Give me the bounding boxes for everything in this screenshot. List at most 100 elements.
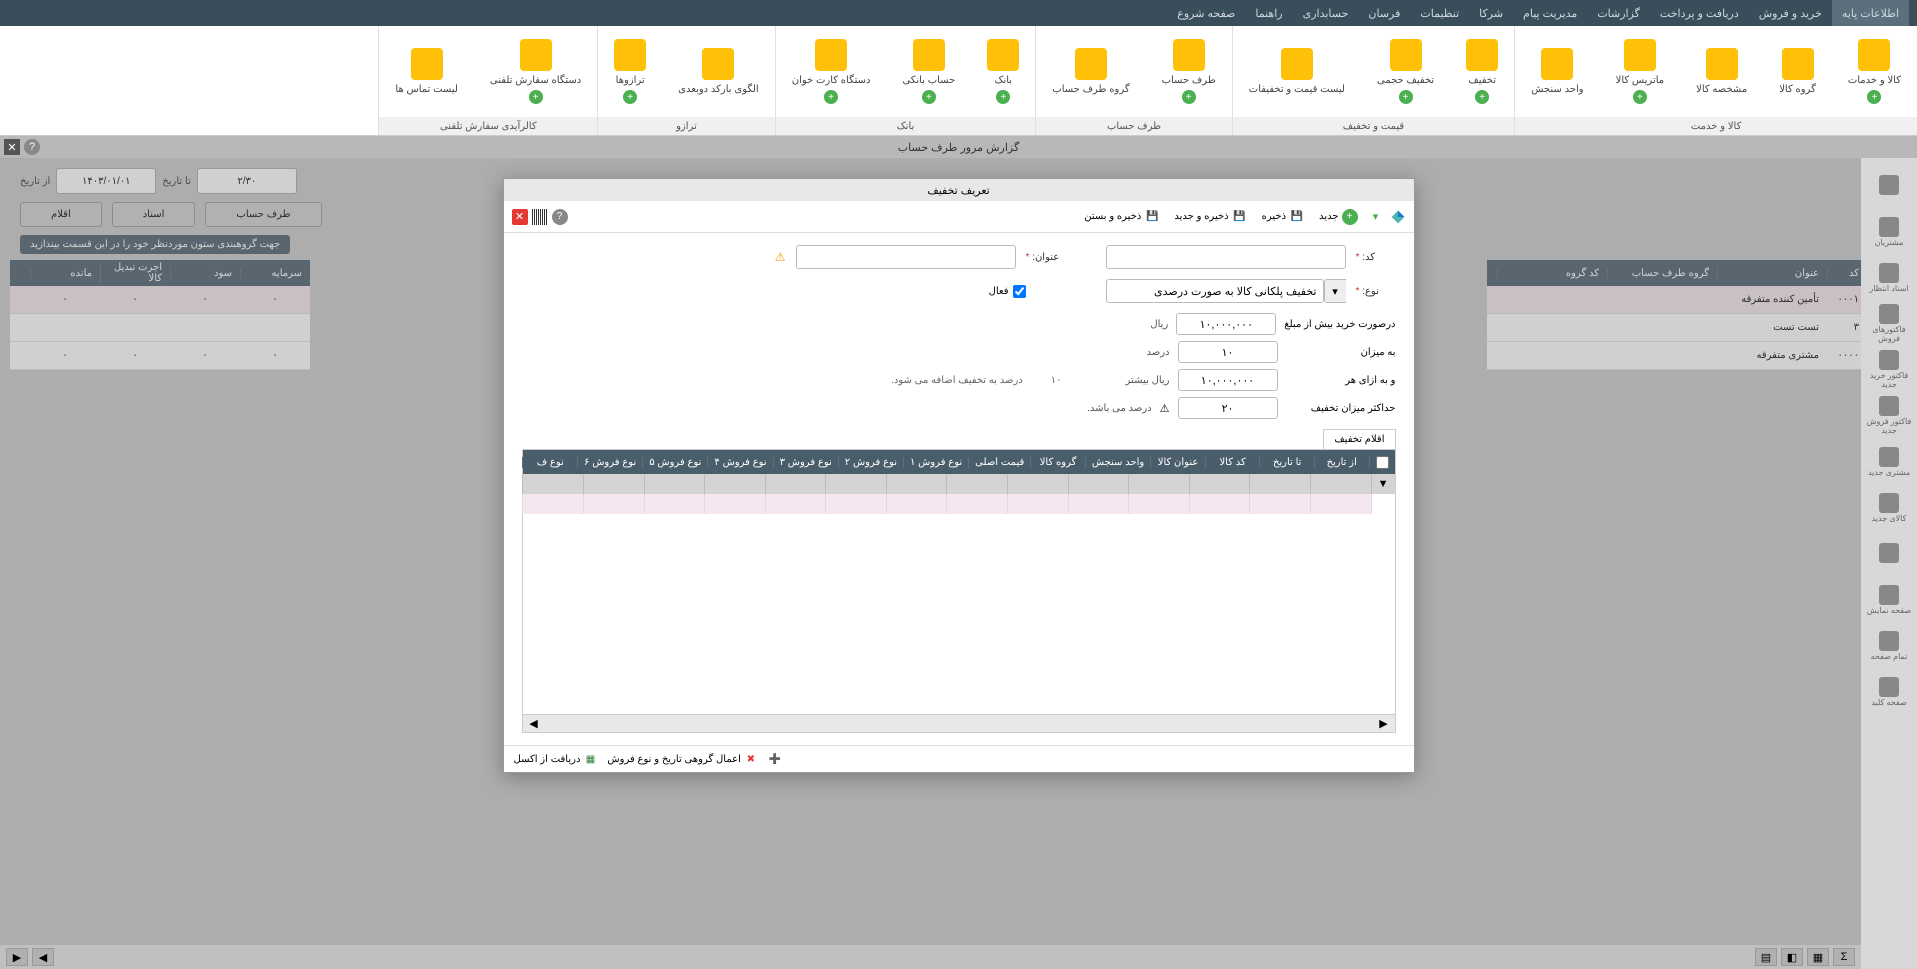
status-btn[interactable]: Σ (1833, 948, 1855, 966)
chevron-down-icon[interactable]: ▾ (1368, 209, 1384, 225)
step-amount-input[interactable] (1178, 369, 1278, 391)
ribbon-item[interactable]: کالا و خدمات+ (1832, 26, 1917, 117)
menu-item[interactable]: تنظیمات (1410, 0, 1469, 26)
title-input[interactable] (796, 245, 1016, 269)
grid-column-header[interactable]: نوع فروش ۶ (577, 457, 642, 468)
save-button[interactable]: 💾ذخیره (1258, 206, 1309, 228)
sidebar-item[interactable]: فاکتورهای فروش (1865, 302, 1913, 346)
sidebar-item[interactable]: تمام صفحه (1865, 624, 1913, 668)
grid-scrollbar[interactable]: ▶ ◀ (523, 714, 1395, 732)
help-icon[interactable]: ? (24, 139, 40, 155)
sidebar-item[interactable]: کالای جدید (1865, 486, 1913, 530)
report-type-button[interactable]: اسناد (112, 202, 196, 227)
ribbon-item[interactable]: تخفیف حجمی+ (1361, 26, 1450, 117)
grid-column-header[interactable]: از تاریخ (1314, 457, 1369, 468)
ribbon-item[interactable]: گروه کالا (1763, 26, 1832, 117)
sidebar-item[interactable]: اسناد انتظار (1865, 256, 1913, 300)
grid-column-header[interactable]: عنوان کالا (1150, 457, 1205, 468)
type-value[interactable] (1106, 279, 1324, 303)
plus-icon[interactable]: + (1182, 90, 1196, 104)
grid-column-header[interactable]: کد کالا (1205, 457, 1260, 468)
new-button[interactable]: +جدید (1315, 206, 1361, 228)
amount-input[interactable] (1176, 313, 1276, 335)
table-row[interactable]: ۰۰۰۰مشتری متفرقه (1487, 342, 1907, 370)
plus-icon[interactable]: + (1867, 90, 1881, 104)
plus-icon[interactable]: + (1399, 90, 1413, 104)
sidebar-item[interactable]: فاکتور خرید جدید (1865, 348, 1913, 392)
table-row[interactable]: ۱۰۰۰۱تأمین کننده متفرقه (1487, 286, 1907, 314)
ribbon-item[interactable]: حساب بانکی+ (886, 26, 971, 117)
ribbon-item[interactable]: تخفیف+ (1450, 26, 1514, 117)
menu-item[interactable]: گزارشات (1587, 0, 1650, 26)
grid-column-header[interactable]: گروه کالا (1030, 457, 1085, 468)
add-row-icon[interactable]: ➕ (768, 752, 782, 766)
sidebar-item[interactable]: مشتری جدید (1865, 440, 1913, 484)
plus-icon[interactable]: + (824, 90, 838, 104)
ribbon-item[interactable]: واحد سنجش (1515, 26, 1599, 117)
menu-item[interactable]: فرسان (1358, 0, 1410, 26)
ribbon-item[interactable]: ماتریس کالا+ (1600, 26, 1681, 117)
active-checkbox[interactable]: فعال (989, 285, 1026, 298)
type-select[interactable]: ▾ (1106, 279, 1346, 303)
table-row[interactable]: ۲۳تست تست (1487, 314, 1907, 342)
close-icon[interactable]: ✕ (512, 209, 528, 225)
grid-column-header[interactable]: تا تاریخ (1259, 457, 1314, 468)
grid-column-header[interactable]: نوع فروش ۲ (838, 457, 903, 468)
grid-checkbox-header[interactable] (1369, 456, 1395, 469)
ribbon-item[interactable]: مشخصه کالا (1680, 26, 1763, 117)
grid-column-header[interactable]: واحد سنجش (1085, 457, 1150, 468)
close-icon[interactable]: ✕ (4, 139, 20, 155)
scroll-left-icon[interactable]: ◀ (527, 717, 541, 731)
status-btn[interactable]: ▶ (6, 948, 28, 966)
from-date-input[interactable] (56, 168, 156, 194)
status-btn[interactable]: ▤ (1755, 948, 1777, 966)
grid-empty-row[interactable] (523, 494, 1395, 514)
to-date-input[interactable] (197, 168, 297, 194)
report-type-button[interactable]: طرف حساب (205, 202, 321, 227)
grid-column-header[interactable]: نوع فروش ۱ (903, 457, 968, 468)
barcode-icon[interactable] (532, 209, 548, 225)
filter-icon[interactable]: ▼ (1371, 474, 1395, 494)
plus-icon[interactable]: + (1633, 90, 1647, 104)
sidebar-item[interactable]: فاکتور فروش جدید (1865, 394, 1913, 438)
menu-item[interactable]: حسابداری (1293, 0, 1359, 26)
sidebar-item[interactable]: مشتریان (1865, 210, 1913, 254)
ribbon-item[interactable]: دستگاه سفارش تلفنی+ (474, 26, 597, 117)
status-btn[interactable]: ◧ (1781, 948, 1803, 966)
menu-item[interactable]: خرید و فروش (1749, 0, 1832, 26)
ribbon-item[interactable]: دستگاه کارت خوان+ (776, 26, 887, 117)
plus-icon[interactable]: + (623, 90, 637, 104)
sidebar-item[interactable] (1865, 532, 1913, 576)
excel-import-button[interactable]: ▦ دریافت از اکسل (514, 752, 598, 766)
ribbon-item[interactable]: گروه طرف حساب (1036, 26, 1145, 117)
code-input[interactable] (1106, 245, 1346, 269)
sidebar-item[interactable]: صفحه کلید (1865, 670, 1913, 714)
grid-column-header[interactable]: قیمت اصلی (968, 457, 1030, 468)
menu-item[interactable]: دریافت و پرداخت (1650, 0, 1749, 26)
plus-icon[interactable]: + (1475, 90, 1489, 104)
menu-item[interactable]: مدیریت پیام (1513, 0, 1587, 26)
status-btn[interactable]: ▦ (1807, 948, 1829, 966)
report-type-button[interactable]: اقلام (20, 202, 102, 227)
ribbon-item[interactable]: بانک+ (971, 26, 1035, 117)
ribbon-item[interactable]: طرف حساب+ (1146, 26, 1232, 117)
save-close-button[interactable]: 💾ذخیره و بستن (1080, 206, 1164, 228)
grid-column-header[interactable]: نوع ف (522, 457, 577, 468)
plus-icon[interactable]: + (922, 90, 936, 104)
grid-column-header[interactable]: نوع فروش ۳ (773, 457, 838, 468)
ribbon-item[interactable]: ترازوها+ (598, 26, 662, 117)
ribbon-item[interactable]: لیست تماس ها (379, 26, 474, 117)
max-input[interactable] (1178, 397, 1278, 419)
status-btn[interactable]: ◀ (32, 948, 54, 966)
grid-column-header[interactable]: نوع فروش ۴ (707, 457, 772, 468)
active-checkbox-input[interactable] (1013, 285, 1026, 298)
ribbon-item[interactable]: لیست قیمت و تخفیفات (1233, 26, 1361, 117)
percent-input[interactable] (1178, 341, 1278, 363)
tab-discount-items[interactable]: اقلام تخفیف (1323, 429, 1395, 449)
save-new-button[interactable]: 💾ذخیره و جدید (1170, 206, 1251, 228)
plus-icon[interactable]: + (529, 90, 543, 104)
grid-column-header[interactable]: نوع فروش ۵ (642, 457, 707, 468)
apply-group-button[interactable]: ✖ اعمال گروهی تاریخ و نوع فروش (607, 752, 757, 766)
sidebar-item[interactable]: صفحه نمایش (1865, 578, 1913, 622)
scroll-right-icon[interactable]: ▶ (1377, 717, 1391, 731)
